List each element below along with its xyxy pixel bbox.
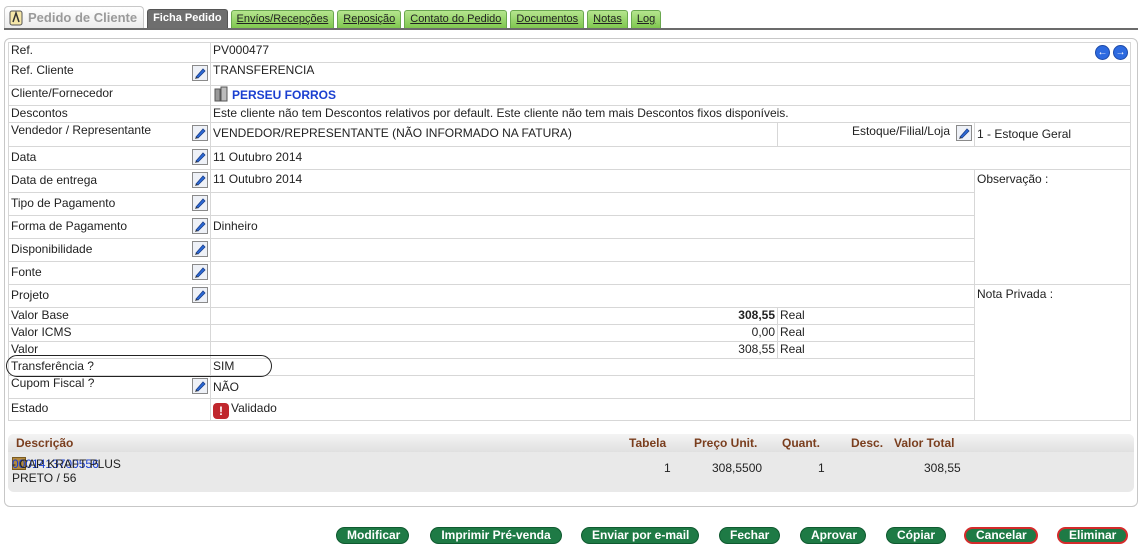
nota-privada-label: Nota Privada : — [974, 284, 1131, 421]
valor-base-value: 308,55 — [210, 307, 778, 325]
ref-cliente-label: Ref. Cliente — [11, 63, 74, 78]
edit-pencil-icon[interactable] — [192, 378, 208, 394]
cupom-label: Cupom Fiscal ? — [11, 376, 95, 391]
estoque-value: 1 - Estoque Geral — [974, 122, 1131, 147]
line-preco-unit: 308,5500 — [712, 461, 763, 475]
record-navigation: ← → — [1095, 45, 1128, 60]
next-arrow-icon[interactable]: → — [1113, 45, 1128, 60]
order-details-table: Ref. PV000477 ← → Ref. Cliente TRANSFERE… — [8, 42, 1131, 421]
fonte-label: Fonte — [11, 265, 42, 279]
ref-cliente-value: TRANSFERENCIA — [210, 62, 1131, 86]
estado-label: Estado — [8, 398, 211, 421]
cancelar-button[interactable]: Cancelar — [964, 527, 1038, 544]
edit-pencil-icon[interactable] — [192, 195, 208, 211]
valor-label: Valor — [8, 341, 211, 359]
customer-link[interactable]: PERSEU FORROS — [232, 88, 336, 102]
tipo-pagamento-value — [210, 192, 975, 216]
col-desc: Desc. — [851, 436, 884, 450]
tab-envios-recepcoes[interactable]: Envíos/Recepções — [230, 10, 335, 28]
estoque-label: Estoque/Filial/Loja — [851, 124, 950, 138]
edit-pencil-icon[interactable] — [192, 264, 208, 280]
table-row: 0001413700556 - CAP KRAFT PLUS PRETO / 5… — [8, 452, 1134, 490]
col-valor-total: Valor Total — [894, 436, 955, 450]
disponibilidade-label: Disponibilidade — [11, 242, 93, 256]
tab-bar: Pedido de Cliente Ficha Pedido Envíos/Re… — [4, 6, 1138, 30]
disponibilidade-value — [210, 238, 975, 262]
valor-currency: Real — [777, 341, 975, 359]
company-icon — [213, 86, 229, 103]
tab-notas[interactable]: Notas — [587, 10, 628, 28]
order-icon — [9, 10, 23, 26]
forma-pagamento-value: Dinheiro — [210, 215, 975, 239]
fechar-button[interactable]: Fechar — [719, 527, 780, 544]
edit-pencil-icon[interactable] — [192, 218, 208, 234]
data-entrega-label: Data de entrega — [11, 173, 98, 187]
tab-contato-do-pedido[interactable]: Contato do Pedido — [404, 10, 508, 28]
ref-value: PV000477 — [213, 43, 270, 58]
col-quant: Quant. — [782, 436, 820, 450]
edit-pencil-icon[interactable] — [192, 125, 208, 141]
cupom-value: NÃO — [210, 375, 975, 399]
data-value: 11 Outubro 2014 — [210, 146, 1131, 170]
valor-value: 308,55 — [210, 341, 778, 359]
enviar-por-email-button[interactable]: Enviar por e-mail — [581, 527, 699, 544]
valor-icms-value: 0,00 — [210, 324, 778, 342]
modificar-button[interactable]: Modificar — [336, 527, 409, 544]
observacao-label: Observação : — [974, 169, 1131, 285]
cliente-label: Cliente/Fornecedor — [8, 85, 211, 106]
page-title: Pedido de Cliente — [28, 10, 138, 25]
lines-header: Descrição Tabela Preço Unit. Quant. Desc… — [8, 434, 1134, 452]
valor-icms-label: Valor ICMS — [8, 324, 211, 342]
copiar-button[interactable]: Cópiar — [886, 527, 946, 544]
data-entrega-value: 11 Outubro 2014 — [210, 169, 975, 193]
warning-status-icon: ! — [213, 403, 229, 419]
tab-ficha-pedido[interactable]: Ficha Pedido — [147, 9, 228, 28]
projeto-value — [210, 284, 975, 308]
transferencia-value: SIM — [210, 358, 975, 376]
valor-base-currency: Real — [777, 307, 975, 325]
imprimir-pre-venda-button[interactable]: Imprimir Pré-venda — [430, 527, 562, 544]
data-label: Data — [11, 150, 37, 164]
valor-base-label: Valor Base — [8, 307, 211, 325]
edit-pencil-icon[interactable] — [192, 172, 208, 188]
product-variant: PRETO / 56 — [12, 471, 77, 485]
edit-pencil-icon[interactable] — [956, 125, 972, 141]
eliminar-button[interactable]: Eliminar — [1057, 527, 1128, 544]
aprovar-button[interactable]: Aprovar — [800, 527, 866, 544]
line-quant: 1 — [818, 461, 825, 475]
fonte-value — [210, 261, 975, 285]
tab-documentos[interactable]: Documentos — [510, 10, 585, 28]
order-lines: Descrição Tabela Preço Unit. Quant. Desc… — [8, 434, 1134, 492]
page-title-tab: Pedido de Cliente — [4, 6, 145, 28]
edit-pencil-icon[interactable] — [192, 149, 208, 165]
col-tabela: Tabela — [629, 436, 667, 450]
tab-reposicao[interactable]: Reposição — [337, 10, 402, 28]
forma-pagamento-label: Forma de Pagamento — [11, 219, 128, 233]
edit-pencil-icon[interactable] — [192, 241, 208, 257]
line-tabela: 1 — [664, 461, 671, 475]
edit-pencil-icon[interactable] — [192, 65, 208, 81]
descontos-label: Descontos — [8, 105, 211, 123]
previous-arrow-icon[interactable]: ← — [1095, 45, 1110, 60]
vendedor-label: Vendedor / Representante — [11, 123, 152, 138]
transferencia-label: Transferência ? — [8, 358, 211, 376]
tab-log[interactable]: Log — [630, 10, 662, 28]
valor-icms-currency: Real — [777, 324, 975, 342]
descontos-value: Este cliente não tem Descontos relativos… — [210, 105, 1131, 123]
vendedor-value: VENDEDOR/REPRESENTANTE (NÃO INFORMADO NA… — [210, 122, 778, 147]
estado-value: Validado — [231, 401, 277, 415]
tipo-pagamento-label: Tipo de Pagamento — [11, 196, 116, 210]
line-valor-total: 308,55 — [924, 461, 961, 475]
edit-pencil-icon[interactable] — [192, 287, 208, 303]
col-descricao: Descrição — [16, 436, 74, 450]
ref-label: Ref. — [8, 42, 211, 63]
product-name: - CAP KRAFT PLUS — [12, 457, 121, 471]
col-preco-unit: Preço Unit. — [694, 436, 758, 450]
order-card: Ref. PV000477 ← → Ref. Cliente TRANSFERE… — [4, 38, 1138, 507]
projeto-label: Projeto — [11, 288, 50, 302]
